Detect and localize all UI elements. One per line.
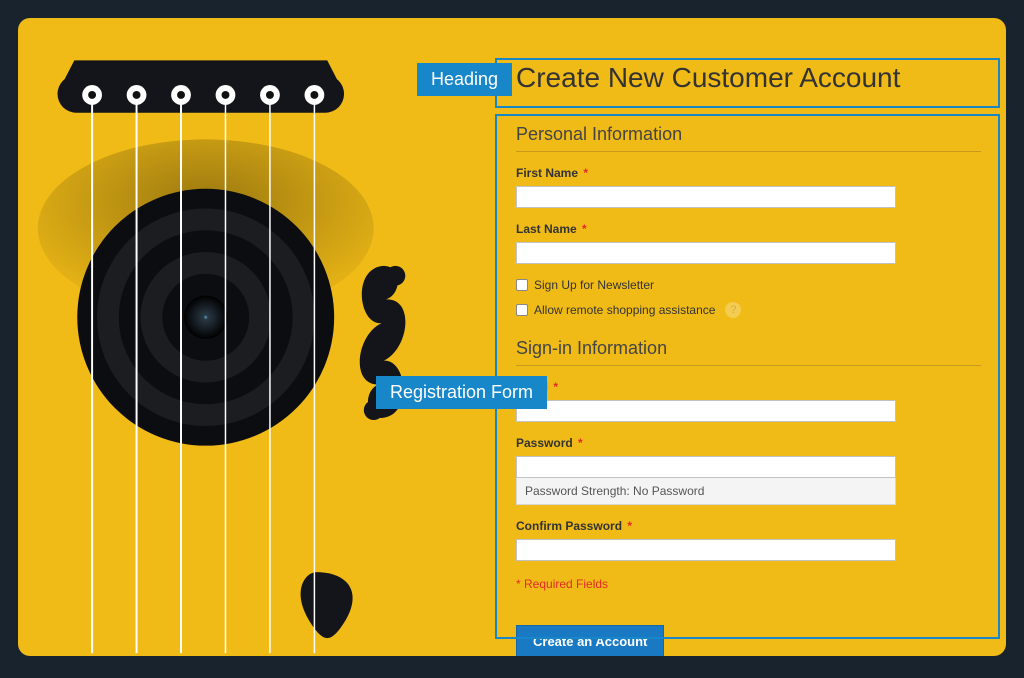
signin-section-title: Sign-in Information [516,338,981,366]
registration-form: Personal Information First Name * Last N… [516,124,981,656]
help-icon[interactable]: ? [725,302,741,318]
last-name-label: Last Name * [516,222,981,236]
page-content: Heading Registration Form Create New Cus… [18,18,1006,656]
first-name-field: First Name * [516,166,981,208]
signin-section: Sign-in Information Email * Password * P… [516,338,981,656]
email-input[interactable] [516,400,896,422]
email-label: Email * [516,380,981,394]
first-name-label: First Name * [516,166,981,180]
password-field: Password * Password Strength: No Passwor… [516,436,981,505]
newsletter-checkbox[interactable] [516,279,528,291]
remote-assist-checkbox[interactable] [516,304,528,316]
last-name-input[interactable] [516,242,896,264]
confirm-password-input[interactable] [516,539,896,561]
guitar-illustration [18,18,512,656]
remote-assist-checkbox-row: Allow remote shopping assistance ? [516,302,981,318]
password-label: Password * [516,436,981,450]
first-name-input[interactable] [516,186,896,208]
remote-assist-label: Allow remote shopping assistance [534,303,715,317]
newsletter-label: Sign Up for Newsletter [534,278,654,292]
personal-section-title: Personal Information [516,124,981,152]
annotation-heading: Heading [417,63,512,96]
create-account-button[interactable]: Create an Account [516,625,664,656]
newsletter-checkbox-row: Sign Up for Newsletter [516,278,981,292]
password-input[interactable] [516,456,896,478]
page-title: Create New Customer Account [516,62,981,94]
required-fields-note: * Required Fields [516,577,981,591]
heading-area: Create New Customer Account [516,62,981,94]
password-strength-meter: Password Strength: No Password [516,478,896,505]
email-field: Email * [516,380,981,422]
confirm-password-field: Confirm Password * [516,519,981,561]
last-name-field: Last Name * [516,222,981,264]
confirm-password-label: Confirm Password * [516,519,981,533]
annotation-registration-form: Registration Form [376,376,547,409]
